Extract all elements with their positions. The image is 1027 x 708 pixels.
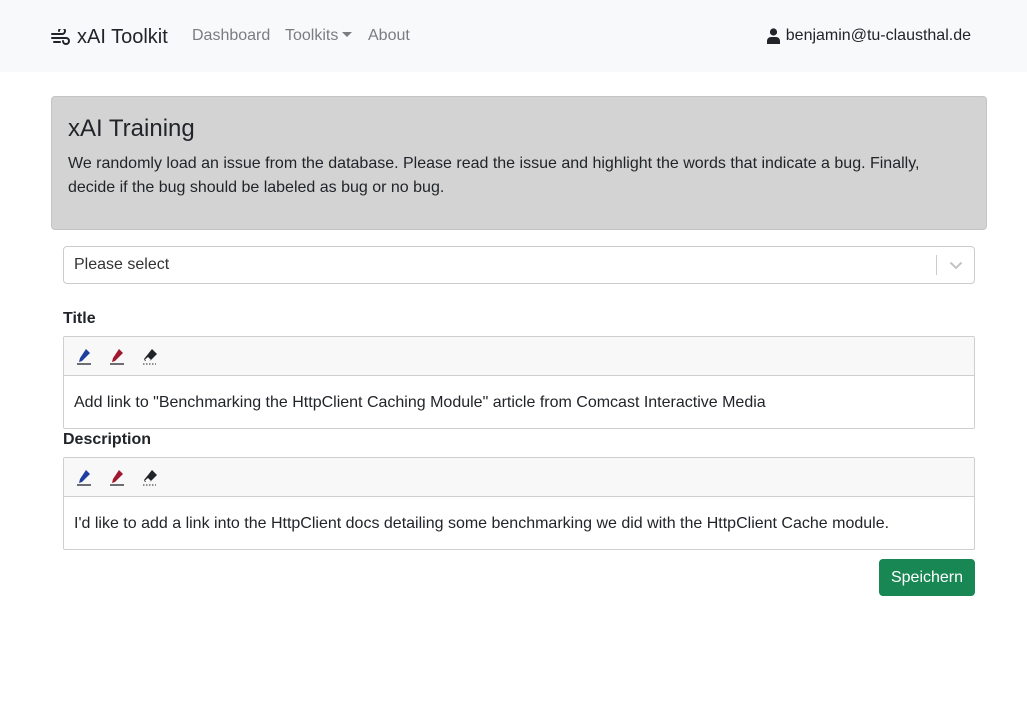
user-menu[interactable]: benjamin@tu-clausthal.de (766, 27, 971, 45)
nav-dashboard[interactable]: Dashboard (192, 27, 270, 45)
title-text[interactable]: Add link to "Benchmarking the HttpClient… (64, 376, 974, 430)
description-text[interactable]: I'd like to add a link into the HttpClie… (64, 497, 974, 551)
brand-link[interactable]: xAI Toolkit (51, 24, 168, 50)
user-email: benjamin@tu-clausthal.de (785, 27, 971, 44)
intro-text: We randomly load an issue from the datab… (68, 155, 920, 196)
intro-panel: xAI Training We randomly load an issue f… (51, 96, 987, 230)
title-label: Title (63, 310, 96, 327)
nav-about[interactable]: About (368, 27, 410, 45)
red-marker-icon[interactable] (107, 346, 127, 366)
navbar: xAI Toolkit Dashboard Toolkits About ben… (0, 0, 1027, 72)
nav-toolkits-dropdown[interactable]: Toolkits (285, 27, 353, 45)
title-editor: Add link to "Benchmarking the HttpClient… (63, 336, 975, 429)
description-label: Description (63, 431, 152, 448)
nav-toolkits-label: Toolkits (285, 27, 339, 44)
wind-icon (51, 29, 70, 45)
eraser-icon[interactable] (140, 346, 160, 366)
title-toolbar (64, 337, 974, 376)
eraser-icon[interactable] (140, 467, 160, 487)
chevron-down-icon[interactable] (937, 261, 974, 270)
save-button[interactable]: Speichern (879, 559, 975, 596)
label-select[interactable]: Please select (63, 246, 975, 284)
caret-down-icon (342, 32, 353, 37)
red-marker-icon[interactable] (107, 467, 127, 487)
blue-marker-icon[interactable] (74, 346, 94, 366)
brand-label: xAI Toolkit (77, 25, 168, 48)
description-toolbar (64, 458, 974, 497)
blue-marker-icon[interactable] (74, 467, 94, 487)
user-icon (766, 28, 780, 44)
page-title: xAI Training (68, 115, 195, 142)
description-editor: I'd like to add a link into the HttpClie… (63, 457, 975, 550)
label-select-value: Please select (74, 256, 170, 273)
